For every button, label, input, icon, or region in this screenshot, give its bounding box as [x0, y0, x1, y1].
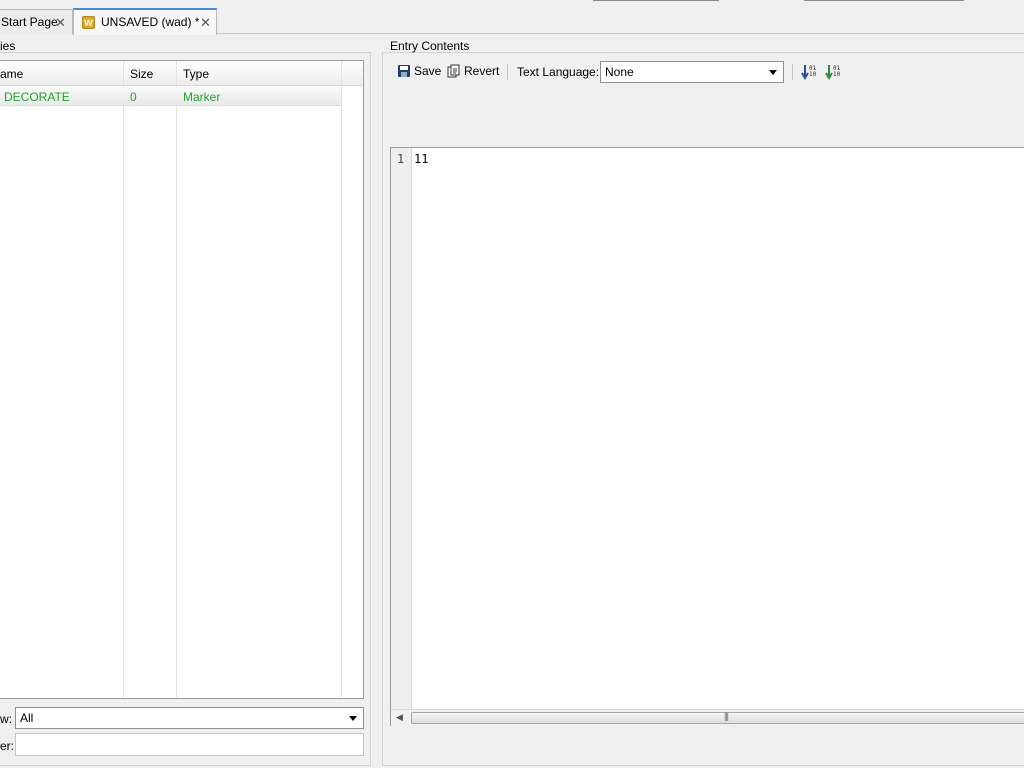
view-dropdown-value: All [20, 711, 34, 725]
save-button[interactable]: Save [397, 64, 441, 82]
toolbar-edge [804, 0, 964, 1]
column-header-type[interactable]: Type [183, 67, 209, 81]
tab-start-page[interactable]: Start Page ✕ [0, 9, 73, 34]
text-language-value: None [605, 65, 634, 79]
code-line[interactable]: 11 [414, 152, 428, 166]
table-header: ame Size Type [0, 61, 363, 86]
save-label: Save [414, 64, 442, 78]
save-icon [398, 65, 410, 77]
text-language-label: Text Language: [517, 65, 600, 79]
filter-label: er: [0, 739, 15, 753]
close-icon[interactable]: ✕ [55, 15, 66, 31]
view-dropdown[interactable]: All [15, 707, 364, 729]
column-header-name[interactable]: ame [0, 67, 23, 81]
grip-icon: ||| [724, 711, 729, 721]
revert-button[interactable]: Revert [447, 64, 499, 82]
svg-text:10: 10 [809, 71, 817, 78]
entries-table[interactable]: ame Size Type DECORATE 0 Marker [0, 60, 364, 699]
scroll-left-icon[interactable]: ◀ [396, 712, 403, 723]
close-icon[interactable]: ✕ [200, 15, 211, 31]
view-label: w: [0, 712, 12, 726]
entry-size: 0 [130, 90, 137, 104]
import-binary-icon[interactable]: 01 10 [801, 63, 819, 81]
tab-strip: Start Page ✕ W UNSAVED (wad) * ✕ [0, 0, 1024, 35]
column-divider [341, 61, 342, 698]
wad-file-icon: W [82, 16, 95, 29]
entry-contents-title: Entry Contents [390, 39, 470, 53]
revert-label: Revert [464, 64, 500, 78]
scrollbar-thumb[interactable]: ||| [411, 711, 1024, 724]
export-binary-icon[interactable]: 01 10 [825, 63, 843, 81]
line-number-gutter: 1 [391, 148, 412, 709]
svg-text:10: 10 [833, 71, 841, 78]
toolbar-separator [507, 64, 508, 80]
toolbar-separator [792, 64, 793, 80]
revert-icon [447, 64, 460, 78]
entries-panel-title: ies [0, 39, 16, 53]
column-header-size[interactable]: Size [130, 67, 153, 81]
tab-label: UNSAVED (wad) * [101, 15, 200, 29]
column-divider [176, 61, 177, 698]
horizontal-scrollbar[interactable]: ◀ ||| [391, 709, 1024, 726]
column-divider [123, 61, 124, 698]
filter-input[interactable] [15, 733, 364, 756]
chevron-down-icon [349, 716, 357, 721]
chevron-down-icon [769, 70, 777, 75]
table-row[interactable]: DECORATE 0 Marker [0, 87, 341, 106]
entry-name: DECORATE [4, 90, 70, 104]
toolbar-edge [593, 0, 719, 1]
line-number: 1 [397, 152, 405, 166]
text-language-dropdown[interactable]: None [600, 61, 784, 83]
text-editor[interactable]: 1 11 ◀ ||| [390, 147, 1024, 726]
entry-type: Marker [183, 90, 221, 104]
tab-label: Start Page [1, 15, 58, 29]
tab-unsaved-wad[interactable]: W UNSAVED (wad) * ✕ [73, 8, 217, 35]
